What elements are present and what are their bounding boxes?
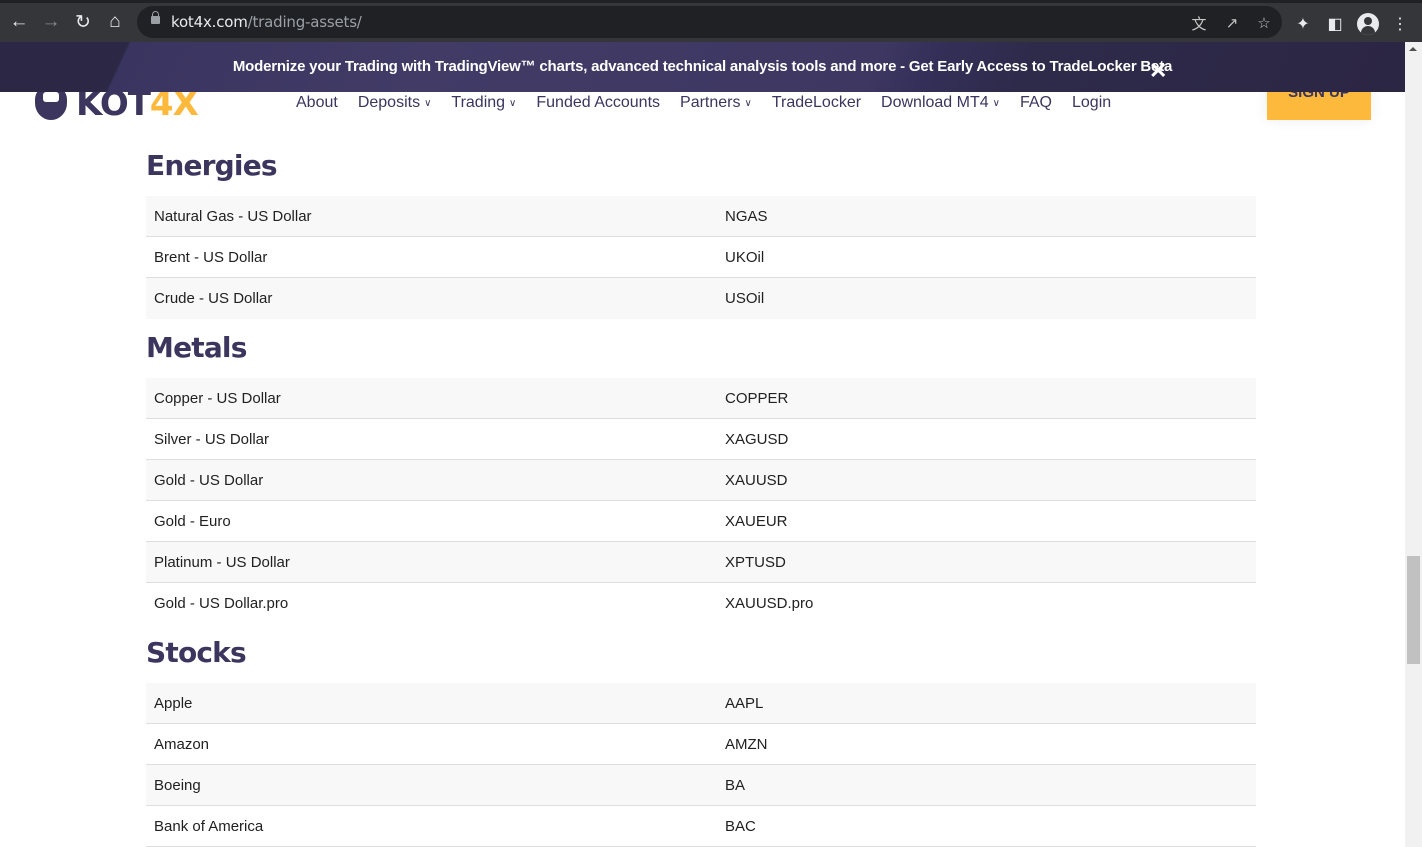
address-bar[interactable]: kot4x.com/trading-assets/ 文 ↗ ☆	[137, 6, 1282, 38]
asset-symbol: XAUUSD.pro	[725, 595, 814, 612]
nav-login[interactable]: Login	[1072, 94, 1111, 112]
scroll-up-arrow-icon[interactable]	[1409, 47, 1417, 51]
url-path: /trading-assets/	[247, 13, 362, 31]
profile-avatar-icon[interactable]	[1357, 13, 1379, 35]
asset-name: Natural Gas - US Dollar	[154, 208, 312, 225]
asset-symbol: AAPL	[725, 695, 764, 712]
chevron-down-icon: ∨	[509, 97, 517, 109]
close-icon[interactable]: ✕	[1149, 60, 1167, 82]
promo-banner-text[interactable]: Modernize your Trading with TradingView™…	[0, 58, 1405, 75]
nav-deposits[interactable]: Deposits ∨	[358, 94, 432, 112]
nav-trading[interactable]: Trading ∨	[451, 94, 516, 112]
browser-toolbar: ← → ↻ ⌂ kot4x.com/trading-assets/ 文 ↗ ☆ …	[0, 0, 1422, 42]
asset-symbol: XAUEUR	[725, 513, 788, 530]
nav-funded-accounts[interactable]: Funded Accounts	[536, 94, 660, 112]
asset-symbol: XAUUSD	[725, 472, 788, 489]
lock-icon[interactable]	[151, 11, 160, 24]
home-icon[interactable]: ⌂	[102, 9, 128, 35]
page-viewport: Modernize your Trading with TradingView™…	[0, 42, 1405, 847]
asset-name: Apple	[154, 695, 193, 712]
table-row: Silver - US Dollar XAGUSD	[146, 419, 1256, 460]
asset-symbol: AMZN	[725, 736, 768, 753]
nav-about[interactable]: About	[296, 94, 338, 112]
nav-tradelocker[interactable]: TradeLocker	[772, 94, 861, 112]
table-row: Copper - US Dollar COPPER	[146, 378, 1256, 419]
asset-symbol: USOil	[725, 290, 765, 307]
asset-symbol: XPTUSD	[725, 554, 786, 571]
nav-partners[interactable]: Partners ∨	[680, 94, 752, 112]
table-row: Gold - Euro XAUEUR	[146, 501, 1256, 542]
asset-symbol: XAGUSD	[725, 431, 789, 448]
asset-name: Amazon	[154, 736, 210, 753]
chevron-down-icon: ∨	[424, 97, 432, 109]
asset-name: Bank of America	[154, 818, 264, 835]
table-row: Brent - US Dollar UKOil	[146, 237, 1256, 278]
back-arrow-icon[interactable]: ←	[6, 9, 32, 35]
asset-symbol: BAC	[725, 818, 756, 835]
table-row: Amazon AMZN	[146, 724, 1256, 765]
asset-name: Platinum - US Dollar	[154, 554, 290, 571]
asset-symbol: NGAS	[725, 208, 768, 225]
asset-symbol: BA	[725, 777, 746, 794]
asset-name: Gold - Euro	[154, 513, 231, 530]
translate-icon[interactable]: 文	[1188, 12, 1210, 34]
logo-wordmark: KOT4X	[76, 84, 199, 124]
chevron-down-icon: ∨	[744, 97, 752, 109]
promo-banner[interactable]: Modernize your Trading with TradingView™…	[0, 42, 1405, 92]
url-host: kot4x.com	[171, 13, 248, 31]
table-row: Apple AAPL	[146, 683, 1256, 724]
nav-download-mt4[interactable]: Download MT4 ∨	[881, 94, 1000, 112]
asset-symbol: UKOil	[725, 249, 765, 266]
reload-icon[interactable]: ↻	[70, 9, 96, 35]
table-row: Gold - US Dollar.pro XAUUSD.pro	[146, 583, 1256, 624]
asset-symbol: COPPER	[725, 390, 789, 407]
share-icon[interactable]: ↗	[1221, 12, 1243, 34]
chevron-down-icon: ∨	[992, 97, 1000, 109]
asset-name: Gold - US Dollar.pro	[154, 595, 289, 612]
side-panel-icon[interactable]: ◧	[1323, 12, 1347, 36]
table-row: Gold - US Dollar XAUUSD	[146, 460, 1256, 501]
table-row: Bank of America BAC	[146, 806, 1256, 847]
nav-faq[interactable]: FAQ	[1020, 94, 1052, 112]
url-text[interactable]: kot4x.com/trading-assets/	[171, 13, 362, 31]
table-row: Platinum - US Dollar XPTUSD	[146, 542, 1256, 583]
asset-name: Brent - US Dollar	[154, 249, 268, 266]
table-row: Crude - US Dollar USOil	[146, 278, 1256, 319]
page-scrollbar[interactable]	[1405, 42, 1422, 847]
asset-name: Boeing	[154, 777, 201, 794]
table-row: Natural Gas - US Dollar NGAS	[146, 196, 1256, 237]
site-header: KOT4X About Deposits ∨ Trading ∨ Funded Ac…	[0, 78, 1405, 124]
scrollbar-thumb[interactable]	[1407, 556, 1420, 664]
section-title: Metals	[146, 331, 247, 364]
main-nav: About Deposits ∨ Trading ∨ Funded Accounts…	[296, 94, 1131, 112]
star-icon[interactable]: ☆	[1253, 12, 1275, 34]
kebab-menu-icon[interactable]: ⋮	[1388, 12, 1412, 36]
section-title: Stocks	[146, 636, 247, 669]
asset-name: Copper - US Dollar	[154, 390, 281, 407]
puzzle-icon[interactable]: ✦	[1291, 12, 1315, 36]
asset-name: Crude - US Dollar	[154, 290, 273, 307]
asset-name: Gold - US Dollar	[154, 472, 264, 489]
asset-name: Silver - US Dollar	[154, 431, 270, 448]
section-title: Energies	[146, 149, 278, 182]
forward-arrow-icon[interactable]: →	[38, 9, 64, 35]
table-row: Boeing BA	[146, 765, 1256, 806]
